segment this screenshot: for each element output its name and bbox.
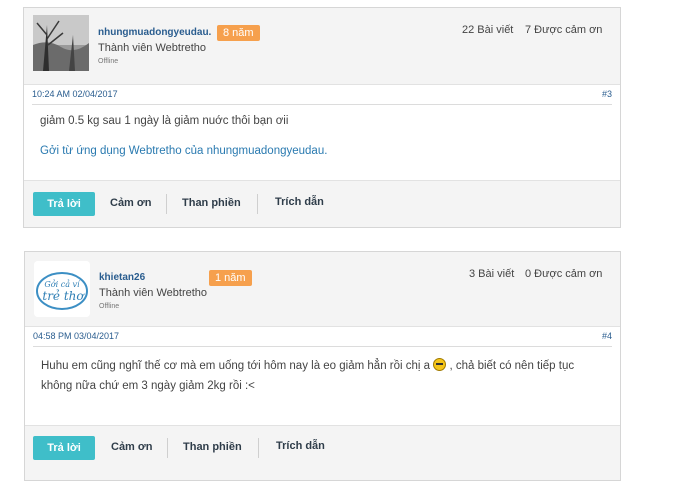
post-time: 04:58 PM 03/04/2017 (33, 331, 120, 341)
complain-button[interactable]: Than phiền (183, 441, 242, 453)
post-actions: Trả lời Cảm ơn Than phiền Trích dẫn (25, 425, 620, 480)
post-meta: 10:24 AM 02/04/2017 #3 (32, 86, 612, 105)
username[interactable]: nhungmuadongyeudau. (98, 27, 211, 38)
post-actions: Trả lời Cảm ơn Than phiền Trích dẫn (24, 180, 620, 227)
membership-badge: 1 năm (209, 270, 252, 286)
username[interactable]: khietan26 (99, 272, 145, 283)
post-content: Huhu em cũng nghĩ thế cơ mà em uống tới … (41, 356, 574, 396)
post-text-line: Huhu em cũng nghĩ thế cơ mà em uống tới … (41, 358, 575, 372)
membership-badge: 8 năm (217, 25, 260, 41)
post-number[interactable]: #4 (602, 331, 612, 341)
avatar[interactable]: Gởi cả ví trẻ thơ (34, 261, 90, 317)
thanks-count: 0 Được cảm ơn (525, 268, 603, 280)
post-3: nhungmuadongyeudau. 8 năm Thành viên Web… (23, 7, 621, 228)
emoji-icon (433, 358, 447, 371)
post-number[interactable]: #3 (602, 89, 612, 99)
svg-text:trẻ thơ: trẻ thơ (42, 289, 85, 303)
app-signature-link[interactable]: Gởi từ ứng dụng Webtretho của nhungmuado… (40, 141, 327, 161)
thanks-button[interactable]: Cảm ơn (110, 197, 151, 209)
post-content: giảm 0.5 kg sau 1 ngày là giảm nuớc thôi… (40, 111, 327, 161)
avatar[interactable] (33, 15, 89, 71)
post-header: nhungmuadongyeudau. 8 năm Thành viên Web… (24, 8, 620, 85)
webtretho-logo-icon: Gởi cả ví trẻ thơ (34, 261, 90, 317)
user-rank: Thành viên Webtretho (99, 287, 208, 299)
svg-text:Gởi cả ví: Gởi cả ví (44, 280, 81, 289)
post-text-line: không nữa chứ em 3 ngày giảm 2kg rồi :< (41, 380, 255, 392)
post-text: giảm 0.5 kg sau 1 ngày là giảm nuớc thôi… (40, 115, 289, 127)
post-count: 3 Bài viết (469, 268, 515, 280)
divider (166, 194, 167, 214)
post-time: 10:24 AM 02/04/2017 (32, 89, 118, 99)
user-rank: Thành viên Webtretho (98, 42, 207, 54)
complain-button[interactable]: Than phiền (182, 197, 241, 209)
divider (167, 438, 168, 458)
post-count: 22 Bài viết (462, 24, 514, 36)
divider (258, 438, 259, 458)
thanks-button[interactable]: Cảm ơn (111, 441, 152, 453)
post-header: Gởi cả ví trẻ thơ khietan26 1 năm Thành … (25, 252, 620, 327)
post-4: Gởi cả ví trẻ thơ khietan26 1 năm Thành … (24, 251, 621, 481)
divider (257, 194, 258, 214)
user-status: Offline (98, 58, 119, 65)
thanks-count: 7 Được cảm ơn (525, 24, 603, 36)
quote-button[interactable]: Trích dẫn (276, 440, 325, 452)
reply-button[interactable]: Trả lời (33, 436, 95, 460)
reply-button[interactable]: Trả lời (33, 192, 95, 216)
post-meta: 04:58 PM 03/04/2017 #4 (33, 328, 612, 347)
quote-button[interactable]: Trích dẫn (275, 196, 324, 208)
user-status: Offline (99, 303, 120, 310)
